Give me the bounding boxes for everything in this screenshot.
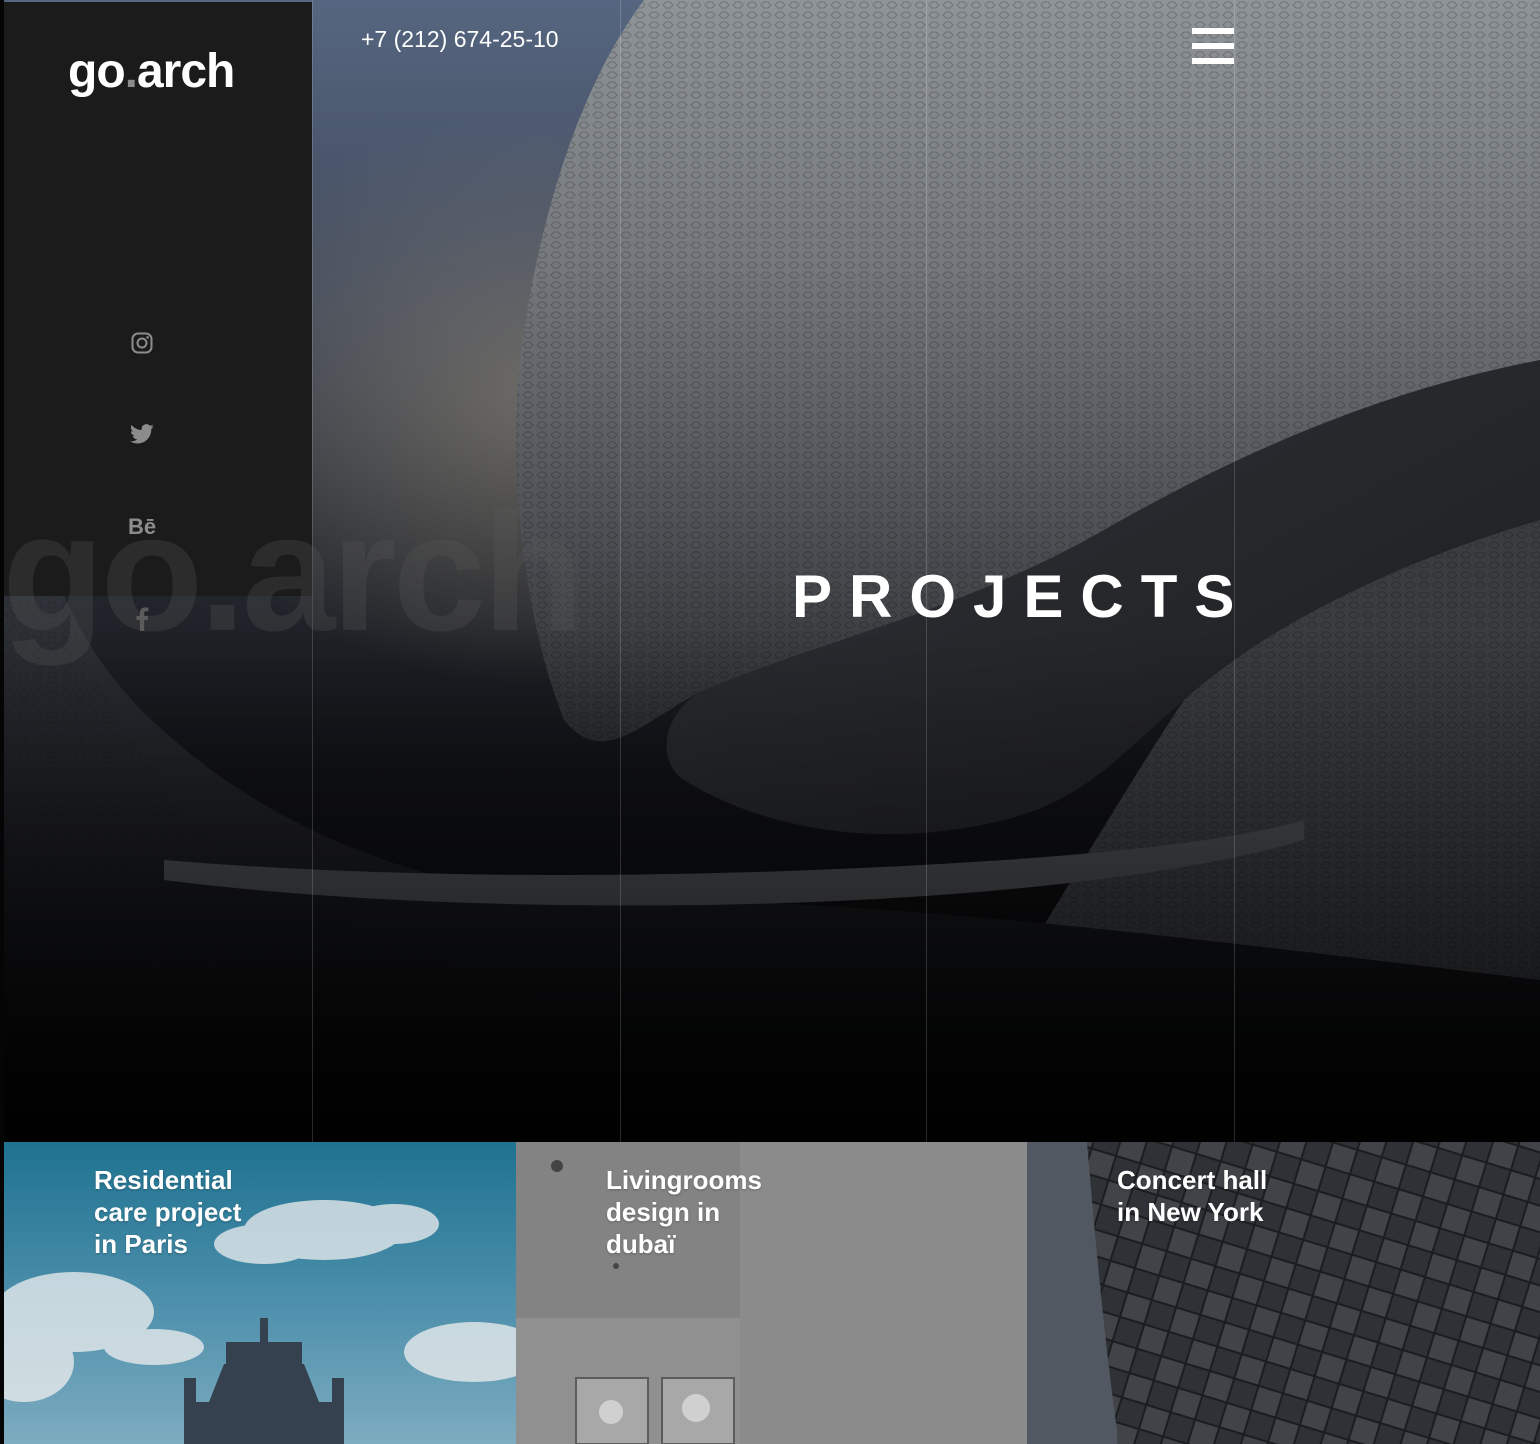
grid-line	[620, 0, 621, 1142]
behance-icon[interactable]: Bē	[127, 512, 157, 542]
menu-bar	[1192, 43, 1234, 49]
project-title: Residential care project in Paris	[94, 1164, 294, 1260]
project-card-paris[interactable]: Residential care project in Paris	[4, 1142, 516, 1444]
project-title-line: in Paris	[94, 1229, 188, 1259]
logo-tail: arch	[136, 45, 235, 98]
instagram-icon[interactable]	[127, 328, 157, 358]
logo-main: go	[68, 45, 126, 98]
menu-bar	[1192, 58, 1234, 64]
project-title-line: Concert hall	[1117, 1165, 1268, 1195]
facebook-icon[interactable]	[127, 604, 157, 634]
page: go.arch go.arch Bē +7 (212) 674-25-10 PR…	[0, 0, 1540, 1444]
logo-dot: .	[124, 45, 138, 98]
menu-bar	[1192, 28, 1234, 34]
page-title: PROJECTS	[792, 563, 1252, 630]
project-card-dubai[interactable]: Livingrooms design in dubaï	[516, 1142, 1027, 1444]
logo-watermark: go.arch	[2, 478, 585, 666]
project-title-line: Residential	[94, 1165, 233, 1195]
project-card-new-york[interactable]: Concert hall in New York	[1027, 1142, 1540, 1444]
project-title: Livingrooms design in dubaï	[606, 1164, 806, 1260]
twitter-icon[interactable]	[127, 420, 157, 450]
projects-list: Residential care project in Paris Living…	[4, 1142, 1540, 1444]
project-title-line: Livingrooms	[606, 1165, 763, 1195]
phone-number[interactable]: +7 (212) 674-25-10	[361, 26, 559, 53]
hamburger-menu-button[interactable]	[1192, 26, 1234, 66]
project-title-line: in New York	[1117, 1197, 1264, 1227]
project-title-line: care project	[94, 1197, 242, 1227]
logo[interactable]: go.arch	[68, 44, 235, 99]
behance-label: Bē	[127, 514, 157, 539]
project-title-line: design in	[606, 1197, 721, 1227]
project-title: Concert hall in New York	[1117, 1164, 1317, 1228]
project-title-line: dubaï	[606, 1229, 676, 1259]
